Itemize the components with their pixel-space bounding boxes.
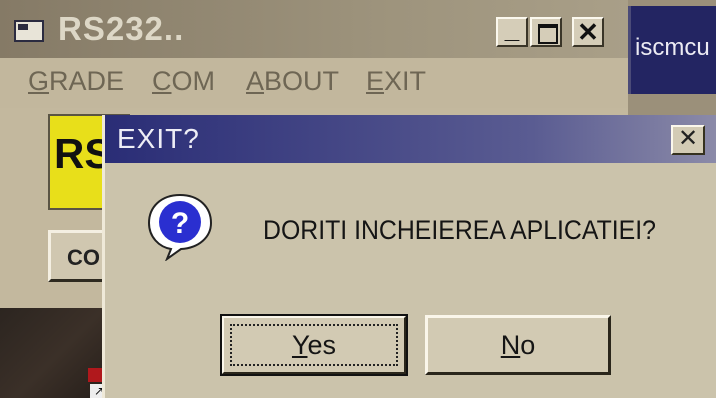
main-titlebar[interactable]: RS232.. _ ✕: [0, 0, 628, 58]
dialog-close-button[interactable]: ✕: [671, 125, 705, 155]
menu-exit-mnemonic: E: [366, 66, 385, 96]
menu-about[interactable]: ABOUT: [246, 66, 339, 97]
svg-text:?: ?: [171, 207, 189, 240]
no-button-label: No: [428, 330, 608, 361]
app-window-icon: [14, 20, 44, 42]
menu-exit[interactable]: EXIT: [366, 66, 426, 97]
main-window-title: RS232..: [58, 10, 185, 47]
yes-button-label: Yes: [224, 330, 404, 361]
menu-bar: GRADE COM ABOUT EXIT: [0, 58, 628, 108]
maximize-button[interactable]: [530, 17, 562, 47]
com-button-label: CO: [67, 245, 100, 270]
menu-about-label: BOUT: [264, 66, 340, 96]
dialog-title: EXIT?: [117, 123, 200, 154]
menu-com-mnemonic: C: [152, 66, 172, 96]
dialog-message: DORITI INCHEIEREA APLICATIEI?: [263, 215, 656, 245]
yes-button[interactable]: Yes: [220, 314, 408, 376]
menu-com-label: OM: [171, 66, 216, 96]
no-label-rest: o: [520, 330, 536, 360]
no-mnemonic: N: [500, 330, 521, 360]
main-close-button[interactable]: ✕: [572, 17, 604, 47]
menu-exit-label: XIT: [384, 66, 427, 96]
background-window-title: iscmcu: [635, 34, 710, 61]
menu-grade-mnemonic: G: [28, 66, 50, 96]
dialog-titlebar[interactable]: EXIT? ✕: [105, 115, 716, 163]
menu-grade-label: RADE: [49, 66, 125, 96]
menu-about-mnemonic: A: [246, 66, 265, 96]
minimize-button[interactable]: _: [496, 16, 528, 47]
background-window-titlebar[interactable]: iscmcu: [628, 6, 716, 94]
menu-grade[interactable]: GRADE: [28, 66, 124, 97]
yes-label-rest: es: [307, 330, 337, 360]
no-button[interactable]: No: [425, 315, 611, 375]
yes-mnemonic: Y: [291, 330, 308, 360]
exit-dialog: EXIT? ✕ ? DORITI INCHEIEREA APLICATIEI? …: [102, 115, 716, 398]
menu-com[interactable]: COM: [152, 66, 215, 97]
question-icon: ?: [147, 193, 213, 261]
